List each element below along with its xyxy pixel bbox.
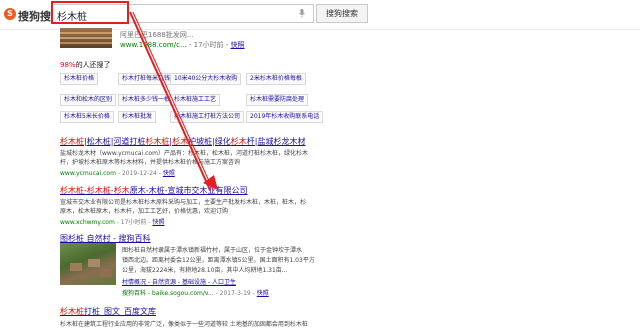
related-searches-heading: 98%的人还搜了: [60, 61, 111, 69]
result-2-time: 17小时前: [120, 219, 147, 226]
result-2-desc-2: 原木，松木桩原木，杉木杆，加工工艺好，价格优惠，欢迎订购: [60, 208, 229, 215]
result-4-title[interactable]: 杉木桩打桩_图文_百度文库: [60, 306, 156, 317]
result-3-date: 2017-3-19: [219, 290, 251, 297]
result-thumbnail-logs[interactable]: [60, 28, 112, 48]
related-tag[interactable]: 10米40公分大杉木收购: [170, 73, 242, 85]
result-1-title[interactable]: 杉木桩|松木桩|河道打桩杉木桩|杉木护坡桩|绿化杉木杆|盐城杉龙木材: [60, 136, 306, 147]
related-tag[interactable]: 2019年杉木收购联系电话: [246, 111, 324, 123]
related-tag[interactable]: 杉木桩需要防腐处理: [246, 94, 309, 106]
result-3-desc-3: 公里，海拔2224米，有耕地28.10亩，其中人均耕地1.31亩...: [122, 267, 288, 274]
result-3-thumbnail-village[interactable]: [60, 243, 116, 285]
result-1-desc-1: 盐城杉龙木材（www.ycmucai.com）产品有：杉木桩，松木桩，河道打桩杉…: [60, 150, 308, 157]
result-2-url: www.xchwmy.com: [60, 219, 115, 226]
result-3-url: baike.sogou.com/v...: [152, 290, 214, 297]
related-tag[interactable]: 杉木桩施工打桩方法公司: [170, 111, 245, 123]
sogou-logo-icon[interactable]: S: [4, 8, 16, 20]
related-tag[interactable]: 杉木桩多少钱一根: [118, 94, 175, 106]
microphone-icon[interactable]: [299, 9, 305, 18]
search-highlight-annotation: [51, 1, 129, 24]
result-3-sublinks[interactable]: 村情概况 - 自然资源 - 基础设施 - 人口卫生: [122, 277, 236, 286]
top-result-meta: www.1688.com/c... - 17小时前 - 快照: [120, 41, 245, 49]
top-result-snapshot-link[interactable]: 快照: [231, 41, 245, 49]
result-1-url: www.ycmucai.com: [60, 170, 116, 177]
result-2-meta: www.xchwmy.com - 17小时前 - 快照: [60, 219, 165, 226]
related-tag[interactable]: 杉木打桩每米几钱: [118, 73, 175, 85]
result-3-meta: 搜狗百科 - baike.sogou.com/v... - 2017-3-19 …: [122, 290, 269, 297]
top-result-desc: 阿里巴巴1688批发网...: [120, 31, 194, 39]
related-tag[interactable]: 杉木桩价格: [60, 73, 99, 85]
result-2-title[interactable]: 杉木桩-杉木桩-杉木原木-木桩-宣城市交木业有限公司: [60, 185, 248, 196]
result-3-source: 搜狗百科: [122, 290, 147, 297]
result-3-desc-2: 镇西北边。距离村委会12公里，距离潭水镇5公里。国土面积有1.03平方: [122, 257, 315, 264]
top-result-url: www.1688.com/c...: [120, 41, 187, 49]
result-1-desc-2: 杆，护坡杉木桩原木等杉木材料，并提供杉木桩价格与施工方案咨询: [60, 159, 241, 166]
related-tag[interactable]: 杉木桩批发: [118, 111, 157, 123]
result-2-snapshot-link[interactable]: 快照: [152, 219, 164, 226]
result-1-meta: www.ycmucai.com - 2019-12-24 - 快照: [60, 170, 175, 177]
top-result-time: 17小时前: [193, 41, 224, 49]
result-4-desc-1: 杉木桩在建筑工程行业应用的非常广泛，像类似于一些河道等较 土地基的加固都会用到杉…: [60, 321, 308, 328]
related-tag[interactable]: 2米杉木桩价格每根: [246, 73, 306, 85]
result-1-date: 2019-12-24: [121, 170, 157, 177]
related-tag[interactable]: 杉木桩5米长价格: [60, 111, 114, 123]
result-3-snapshot-link[interactable]: 快照: [257, 290, 269, 297]
related-tag[interactable]: 杉木桩施工工艺: [170, 94, 221, 106]
search-button[interactable]: 搜狗搜索: [316, 4, 368, 23]
result-2-desc-1: 宣城市交木业有限公司是杉木桩杉木原料采购与加工，主要生产批发杉木桩，木桩，桩木，…: [60, 199, 307, 206]
result-1-snapshot-link[interactable]: 快照: [163, 170, 175, 177]
result-3-desc-1: 图杉桩自然村隶属于潭水镇新福竹村，属于山区，位于金钟坎于潭水: [122, 247, 303, 254]
related-tag[interactable]: 杉木和松木的区别: [60, 94, 117, 106]
